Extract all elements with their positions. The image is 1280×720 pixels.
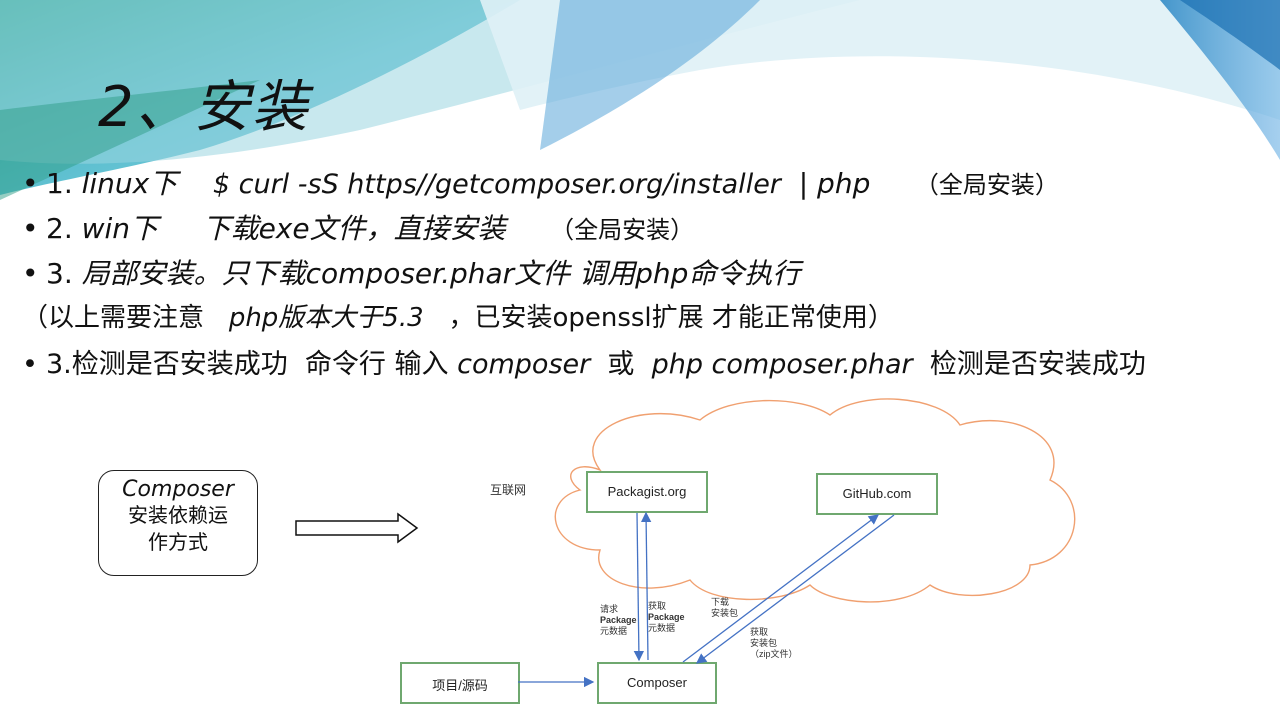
label-get: 获取 Package 元数据	[648, 601, 685, 633]
arrow-get	[640, 511, 652, 661]
label-zip: 获取 安装包 （zip文件）	[750, 627, 798, 659]
diagram-arrows	[518, 511, 895, 688]
arrow-request	[633, 512, 645, 662]
label-download: 下载 安装包	[711, 597, 739, 618]
label-request: 请求 Package 元数据	[600, 604, 637, 636]
